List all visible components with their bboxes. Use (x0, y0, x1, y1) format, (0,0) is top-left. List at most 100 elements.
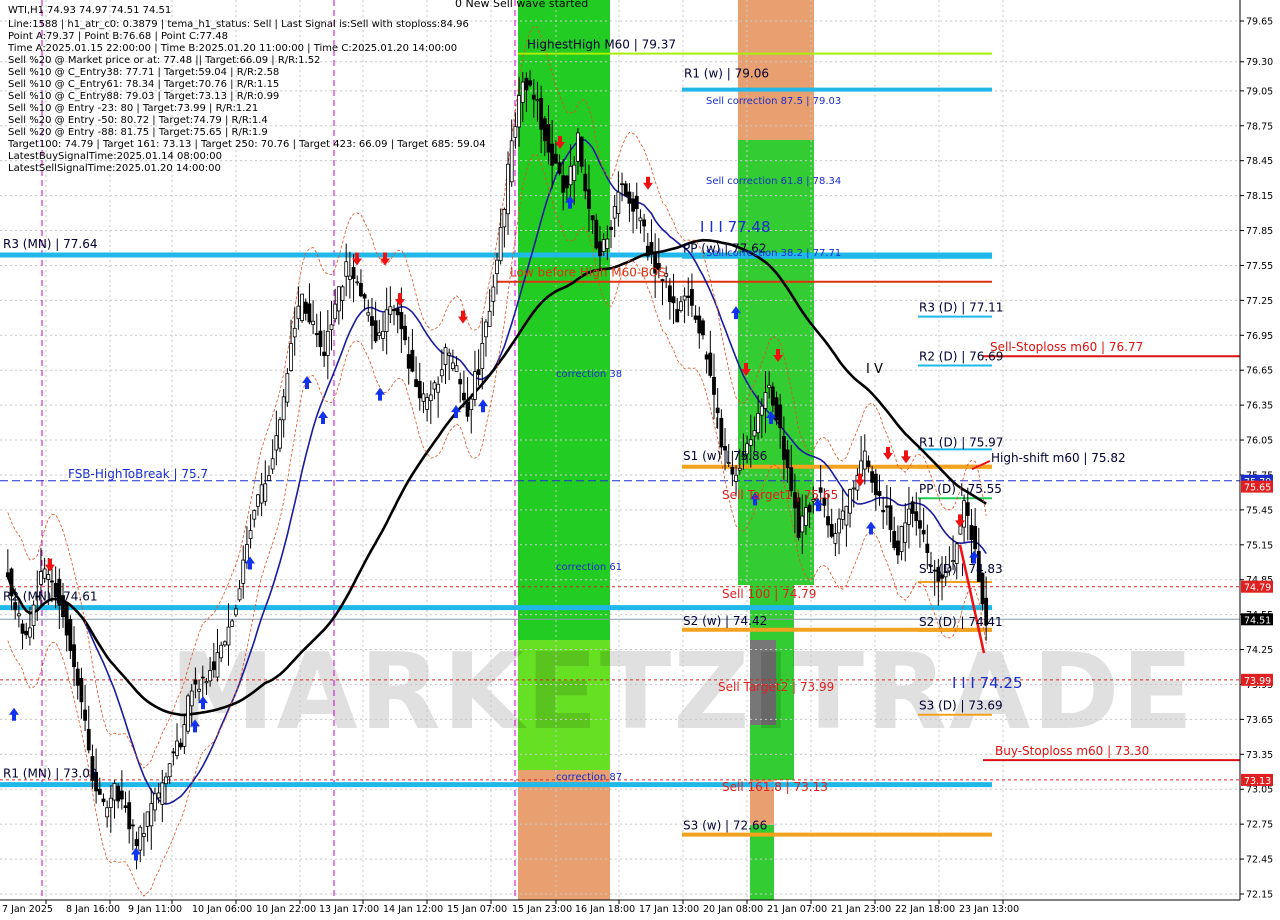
candle-body (28, 627, 32, 638)
candle-body (903, 522, 908, 543)
candle-body (219, 644, 224, 659)
candle-body (778, 404, 783, 429)
time-tick-label: 8 Jan 16:00 (66, 904, 120, 915)
candle-body (101, 798, 106, 803)
candle-body (638, 217, 643, 222)
candle-body (167, 763, 172, 778)
candle-body (226, 626, 231, 646)
price-tick-label: 72.75 (1246, 820, 1273, 831)
info-line: Target100: 74.79 | Target 161: 73.13 | T… (7, 139, 486, 150)
price-tag-label: 74.51 (1244, 615, 1271, 626)
candle-body (322, 351, 327, 356)
candle-body (612, 206, 617, 219)
time-tick-label: 23 Jan 13:00 (959, 904, 1019, 915)
symbol-line: WTI,H1 74.93 74.97 74.51 74.51 (8, 5, 171, 16)
candle-body (178, 742, 183, 748)
candle-body (193, 679, 198, 685)
candle-body (175, 740, 179, 757)
candle-body (200, 676, 205, 679)
candle-body (748, 439, 753, 446)
candle-body (355, 281, 360, 284)
candle-body (68, 619, 73, 652)
price-tag-label: 74.79 (1244, 583, 1271, 594)
candle-body (39, 571, 43, 585)
candle-body (362, 294, 367, 299)
candle-body (377, 332, 382, 336)
price-chart: MARKETZITRADE HighestHigh M60 | 79.37R1 … (0, 0, 1280, 920)
candle-body (539, 97, 544, 130)
price-tick-label: 79.05 (1246, 86, 1273, 97)
candle-body (392, 309, 396, 312)
candle-body (248, 530, 253, 539)
level-label: R1 (D) | 75.97 (919, 435, 1003, 449)
time-tick-label: 9 Jan 11:00 (128, 904, 182, 915)
candle-body (781, 436, 786, 460)
candle-body (826, 516, 830, 526)
chart-annotation: I I I 77.48 (700, 218, 771, 236)
candle-body (351, 267, 356, 279)
candle-body (259, 484, 264, 504)
price-tick-label: 77.55 (1246, 261, 1273, 272)
candle-body (406, 354, 411, 369)
time-tick-label: 15 Jan 23:00 (512, 904, 572, 915)
candle-body (564, 175, 569, 189)
candle-body (127, 802, 132, 830)
candle-body (837, 518, 841, 534)
price-tick-label: 73.35 (1246, 750, 1273, 761)
candle-body (487, 310, 492, 327)
time-tick-label: 21 Jan 23:00 (831, 904, 891, 915)
candle-body (403, 325, 407, 341)
candle-body (877, 491, 882, 496)
candle-body (230, 620, 235, 627)
candle-body (425, 397, 430, 410)
level-label: R2 (MN) | 74.61 (3, 590, 98, 604)
chart-annotation: Sell Target2 | 73.99 (718, 680, 834, 694)
candle-body (870, 471, 875, 483)
candle-body (973, 525, 978, 550)
candle-body (899, 526, 904, 552)
candle-body (480, 343, 485, 369)
candle-body (840, 510, 845, 520)
candle-body (344, 261, 349, 277)
candle-body (267, 475, 271, 481)
level-label: S2 (D) | 74.41 (919, 615, 1003, 629)
price-tick-label: 74.25 (1246, 645, 1273, 656)
candle-body (506, 163, 510, 215)
info-line: Sell %10 @ Entry -23: 80 | Target:73.99 … (8, 103, 258, 114)
candle-body (491, 286, 496, 302)
candle-body (866, 460, 871, 467)
candle-body (307, 303, 312, 323)
candle-body (697, 315, 702, 334)
candle-body (634, 195, 639, 210)
candle-body (64, 602, 69, 636)
candle-body (914, 511, 919, 522)
candle-body (215, 652, 220, 678)
candle-body (16, 613, 21, 617)
level-label: R1 (w) | 79.06 (684, 67, 769, 81)
time-tick-label: 14 Jan 12:00 (383, 904, 443, 915)
candle-body (550, 143, 555, 166)
candle-body (336, 286, 341, 312)
info-line: Sell %20 @ Entry -50: 80.72 | Target:74.… (8, 115, 268, 126)
candle-body (708, 352, 713, 376)
chart-annotation: Sell correction 61.8 | 78.34 (706, 176, 841, 187)
candle-body (75, 668, 80, 686)
candle-body (907, 508, 911, 525)
candle-body (642, 219, 647, 227)
candle-body (925, 543, 930, 553)
price-tick-label: 77.85 (1246, 226, 1273, 237)
candle-body (609, 226, 613, 230)
candle-body (395, 308, 400, 316)
candle-body (829, 524, 834, 537)
candle-body (432, 382, 437, 390)
info-line: LatestBuySignalTime:2025.01.14 08:00:00 (8, 151, 222, 162)
candle-body (737, 467, 742, 471)
candle-body (461, 392, 466, 401)
time-tick-label: 21 Jan 07:00 (767, 904, 827, 915)
info-line: Sell %10 @ C_Entry88: 79.03 | Target:73.… (8, 91, 279, 102)
candle-body (535, 99, 540, 102)
time-tick-label: 16 Jan 18:00 (575, 904, 635, 915)
candle-body (476, 369, 481, 375)
candle-body (980, 572, 985, 605)
candle-body (553, 153, 558, 164)
